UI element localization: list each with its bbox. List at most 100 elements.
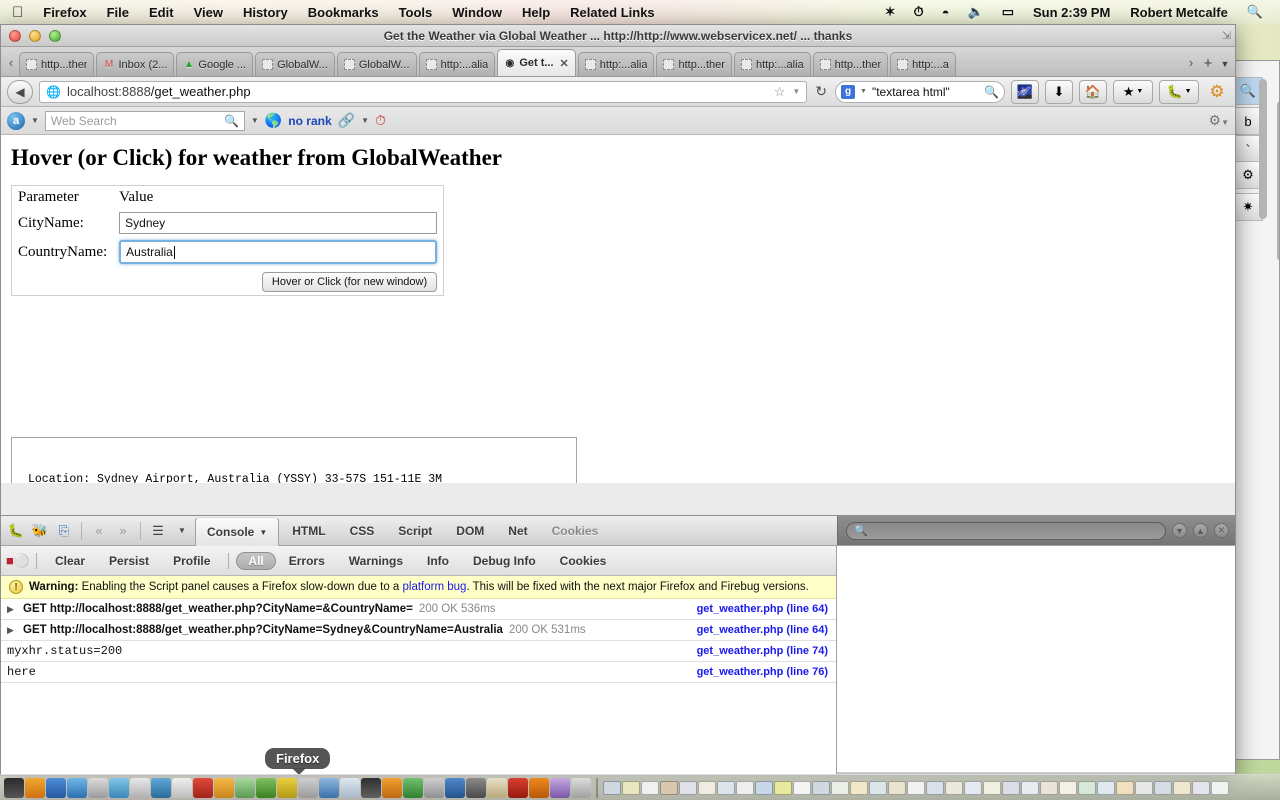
firebug-button[interactable]: 🐛 ▼ — [1159, 79, 1199, 104]
dock-window-30[interactable] — [1154, 780, 1172, 795]
cityname-input[interactable]: Sydney — [119, 212, 438, 234]
menu-item-firefox[interactable]: Firefox — [33, 5, 96, 20]
dock-icon-app-2[interactable] — [25, 777, 45, 798]
dock-icon-app-15[interactable] — [298, 777, 318, 798]
dock-window-14[interactable] — [850, 780, 868, 795]
dock-window-23[interactable] — [1021, 780, 1039, 795]
tab-10[interactable]: http...ther — [812, 52, 889, 76]
dock-window-25[interactable] — [1059, 780, 1077, 795]
bg-scrollbar-inner[interactable] — [1259, 79, 1267, 219]
dock-icon-app-23[interactable] — [466, 777, 486, 798]
menu-icon[interactable]: ☰ — [147, 520, 169, 542]
option-clear[interactable]: Clear — [44, 552, 96, 570]
dock-window-18[interactable] — [926, 780, 944, 795]
firebug-icon[interactable]: 🐛 — [5, 520, 27, 542]
web-search-input[interactable]: Web Search 🔍 — [44, 110, 245, 131]
bluetooth-icon[interactable]: ✶ — [876, 4, 905, 20]
console-row-log-1[interactable]: myxhr.status=200 get_weather.php (line 7… — [1, 641, 836, 662]
chevron-down-icon[interactable]: ▼ — [251, 116, 259, 125]
dock-window-16[interactable] — [888, 780, 906, 795]
tab-scroll-left-icon[interactable]: ‹ — [3, 48, 19, 76]
dock-window-12[interactable] — [812, 780, 830, 795]
menu-item-tools[interactable]: Tools — [389, 5, 443, 20]
dock-window-2[interactable] — [622, 780, 640, 795]
dock-icon-finder[interactable] — [4, 777, 24, 798]
platform-bug-link[interactable]: platform bug — [403, 581, 467, 593]
webdev-button[interactable]: ⚙ — [1205, 80, 1229, 104]
chevron-down-icon[interactable]: ▼ — [860, 88, 867, 95]
chevron-down-icon[interactable]: ▼ — [259, 528, 267, 537]
dock-icon-app-9[interactable] — [172, 777, 192, 798]
dock-icon-app-27[interactable] — [550, 777, 570, 798]
alexa-rank-label[interactable]: no rank — [288, 114, 331, 128]
dock-window-5[interactable] — [679, 780, 697, 795]
dock-icon-app-5[interactable] — [88, 777, 108, 798]
chevron-down-icon[interactable]: ▼ — [31, 116, 39, 125]
star-icon[interactable]: ☆ — [774, 84, 786, 100]
option-persist[interactable]: Persist — [98, 552, 160, 570]
weather-result-textarea[interactable]: Location: Sydney Airport, Australia (YSS… — [11, 437, 577, 483]
inspect-bug-icon[interactable]: 🐝 — [29, 520, 51, 542]
dock-window-31[interactable] — [1173, 780, 1191, 795]
dock-window-19[interactable] — [945, 780, 963, 795]
dock-icon-app-7[interactable] — [130, 777, 150, 798]
fullscreen-icon[interactable]: ⇲ — [1222, 29, 1231, 42]
tab-3[interactable]: GlobalW... — [255, 52, 335, 76]
tab-9[interactable]: http:...alia — [733, 52, 811, 76]
tab-mix-button[interactable]: 🌌 — [1011, 79, 1039, 104]
chevron-up-icon[interactable]: ▲ — [1193, 523, 1208, 538]
break-on-error-icon[interactable]: ■⚪ — [6, 550, 30, 572]
wifi-icon[interactable]: ◓ — [933, 5, 959, 20]
chevron-down-icon[interactable]: ▼ — [171, 520, 193, 542]
dock-window-29[interactable] — [1135, 780, 1153, 795]
source-link[interactable]: get_weather.php (line 64) — [697, 624, 828, 636]
dock-window-1[interactable] — [603, 780, 621, 795]
dock-window-10[interactable] — [774, 780, 792, 795]
dock-window-3[interactable] — [641, 780, 659, 795]
search-input[interactable]: "textarea html" — [872, 85, 979, 99]
menu-item-edit[interactable]: Edit — [139, 5, 184, 20]
dock-icon-app-8[interactable] — [151, 777, 171, 798]
menu-item-history[interactable]: History — [233, 5, 298, 20]
tab-0[interactable]: http...ther — [19, 52, 95, 76]
menu-item-window[interactable]: Window — [442, 5, 512, 20]
option-profile[interactable]: Profile — [162, 552, 221, 570]
tab-cookies[interactable]: Cookies — [541, 516, 610, 546]
home-button[interactable]: 🏠 — [1079, 79, 1107, 104]
dock-window-4[interactable] — [660, 780, 678, 795]
tab-7[interactable]: http:...alia — [577, 52, 655, 76]
gear-icon[interactable]: ⚙▼ — [1209, 112, 1229, 129]
option-info[interactable]: Info — [416, 552, 460, 570]
tab-6-active[interactable]: ◉ Get t... ✕ — [497, 49, 576, 76]
timemachine-icon[interactable]: ⏱ — [905, 4, 933, 20]
dock-window-11[interactable] — [793, 780, 811, 795]
link-icon[interactable]: 🔗 — [338, 112, 355, 129]
menu-item-bookmarks[interactable]: Bookmarks — [298, 5, 389, 20]
dock-window-33[interactable] — [1211, 780, 1229, 795]
back-button[interactable]: ◀ — [7, 79, 33, 104]
expand-triangle-icon[interactable]: ▶ — [7, 604, 17, 615]
tab-11[interactable]: http:...a — [890, 52, 957, 76]
dock-icon-app-24[interactable] — [487, 777, 507, 798]
dock-icon-app-13[interactable] — [256, 777, 276, 798]
tab-html[interactable]: HTML — [281, 516, 336, 546]
dock-icon-app-21[interactable] — [424, 777, 444, 798]
dock-window-28[interactable] — [1116, 780, 1134, 795]
dock-window-20[interactable] — [964, 780, 982, 795]
dock-icon-app-11[interactable] — [214, 777, 234, 798]
tab-dom[interactable]: DOM — [445, 516, 495, 546]
dock-icon-app-6[interactable] — [109, 777, 129, 798]
download-button[interactable]: ⬇ — [1045, 79, 1073, 104]
dock-icon-app-17[interactable] — [340, 777, 360, 798]
volume-icon[interactable]: 🔈 — [959, 4, 993, 20]
dock-icon-app-20[interactable] — [403, 777, 423, 798]
option-all[interactable]: All — [236, 551, 276, 570]
chevron-down-icon[interactable]: ▼ — [792, 87, 800, 96]
source-link[interactable]: get_weather.php (line 74) — [697, 645, 828, 657]
dock-icon-app-12[interactable] — [235, 777, 255, 798]
dock-window-6[interactable] — [698, 780, 716, 795]
dock-icon-app-22[interactable] — [445, 777, 465, 798]
dock-icon-firefox[interactable] — [508, 777, 528, 798]
dock-window-17[interactable] — [907, 780, 925, 795]
dock-icon-app-14[interactable] — [277, 777, 297, 798]
